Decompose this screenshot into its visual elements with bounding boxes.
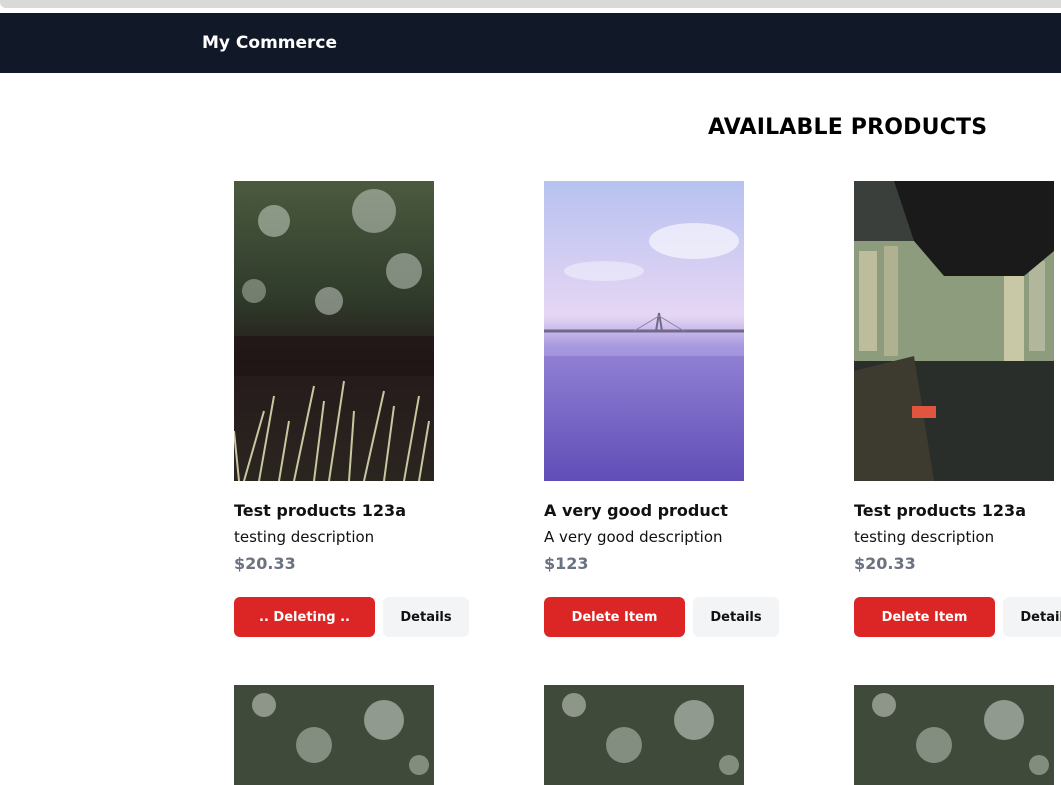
- product-card: Test products 123a testing description $…: [234, 181, 494, 637]
- product-name: Test products 123a: [854, 501, 1026, 520]
- product-image-grass[interactable]: [234, 181, 434, 481]
- product-image-city[interactable]: [854, 181, 1054, 481]
- product-image-tree[interactable]: [234, 685, 434, 785]
- details-button[interactable]: Details: [383, 597, 469, 637]
- product-image-bridge[interactable]: [544, 181, 744, 481]
- product-card: [544, 685, 804, 785]
- page-title: AVAILABLE PRODUCTS: [708, 115, 988, 140]
- product-price: $20.33: [234, 554, 296, 573]
- product-image-tree[interactable]: [854, 685, 1054, 785]
- product-card: [854, 685, 1061, 785]
- product-name: Test products 123a: [234, 501, 406, 520]
- product-image-tree[interactable]: [544, 685, 744, 785]
- horizontal-scrollbar[interactable]: [0, 0, 1061, 8]
- product-description: A very good description: [544, 528, 723, 546]
- navbar: My Commerce: [0, 13, 1061, 73]
- product-card: A very good product A very good descript…: [544, 181, 804, 637]
- delete-button[interactable]: .. Deleting ..: [234, 597, 375, 637]
- brand-logo-text[interactable]: My Commerce: [202, 33, 337, 53]
- product-card: Test products 123a testing description $…: [854, 181, 1061, 637]
- product-description: testing description: [234, 528, 375, 546]
- delete-button[interactable]: Delete Item: [544, 597, 685, 637]
- product-description: testing description: [854, 528, 995, 546]
- product-name: A very good product: [544, 501, 728, 520]
- delete-button[interactable]: Delete Item: [854, 597, 995, 637]
- browser-top-strip: [0, 0, 1061, 13]
- product-price: $123: [544, 554, 589, 573]
- details-button[interactable]: Details: [693, 597, 779, 637]
- details-button[interactable]: Details: [1003, 597, 1061, 637]
- product-price: $20.33: [854, 554, 916, 573]
- product-card: [234, 685, 494, 785]
